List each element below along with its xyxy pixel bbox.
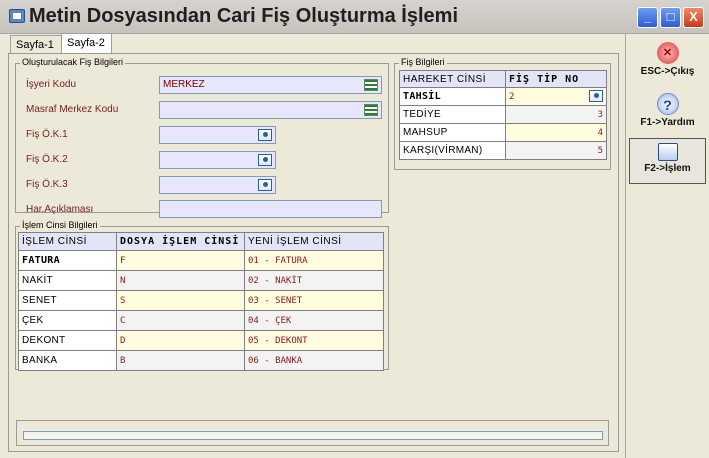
ok3-field[interactable]	[159, 176, 276, 194]
close-button[interactable]: X	[683, 7, 704, 28]
isyeri-field[interactable]: MERKEZ	[159, 76, 382, 94]
grid-lookup-icon[interactable]	[364, 104, 378, 116]
table-row[interactable]: TAHSİL 2	[399, 87, 607, 106]
yeni-cell[interactable]: 03 - SENET	[244, 290, 384, 311]
row-label: TAHSİL	[399, 87, 506, 106]
ok2-field[interactable]	[159, 151, 276, 169]
help-icon: ?	[656, 93, 679, 115]
maximize-button[interactable]: □	[660, 7, 681, 28]
person-lookup-icon[interactable]	[258, 129, 272, 141]
fis-bilgileri-table: HAREKET CİNSİ FİŞ TİP NO TAHSİL 2 TEDİYE…	[399, 70, 607, 160]
row-label: NAKİT	[18, 270, 117, 291]
table-row[interactable]: ÇEK C 04 - ÇEK	[18, 310, 384, 331]
column-header: HAREKET CİNSİ	[399, 70, 506, 88]
group-title: Oluşturulacak Fiş Bilgileri	[20, 57, 126, 67]
cell-value[interactable]: 3	[505, 105, 607, 124]
table-row[interactable]: DEKONT D 05 - DEKONT	[18, 330, 384, 351]
row-label: SENET	[18, 290, 117, 311]
column-header: FİŞ TİP NO	[505, 70, 607, 88]
table-row[interactable]: MAHSUP 4	[399, 123, 607, 142]
grid-lookup-icon[interactable]	[364, 79, 378, 91]
ok1-label: Fiş Ö.K.1	[26, 129, 68, 140]
right-toolbar: ✕ ESC->Çıkış ? F1->Yardım F2->İşlem	[625, 34, 709, 458]
tab-sayfa-1[interactable]: Sayfa-1	[10, 35, 62, 54]
column-header: İŞLEM CİNSİ	[18, 232, 117, 251]
dosya-cell[interactable]: B	[116, 350, 245, 371]
minimize-button[interactable]: _	[637, 7, 658, 28]
row-label: BANKA	[18, 350, 117, 371]
window-icon	[657, 143, 678, 161]
person-lookup-icon[interactable]	[258, 179, 272, 191]
value-text: 2	[509, 91, 515, 102]
window-title: Metin Dosyasından Cari Fiş Oluşturma İşl…	[29, 5, 459, 27]
islem-cinsi-group: İşlem Cinsi Bilgileri İŞLEM CİNSİ DOSYA …	[15, 220, 389, 371]
dosya-cell[interactable]: F	[116, 250, 245, 271]
title-bar: Metin Dosyasından Cari Fiş Oluşturma İşl…	[0, 0, 709, 34]
person-lookup-icon[interactable]	[258, 154, 272, 166]
exit-button[interactable]: ✕ ESC->Çıkış	[629, 38, 706, 84]
table-row[interactable]: KARŞI(VİRMAN) 5	[399, 141, 607, 160]
yeni-cell[interactable]: 06 - BANKA	[244, 350, 384, 371]
person-lookup-icon[interactable]	[589, 90, 603, 102]
help-button[interactable]: ? F1->Yardım	[629, 89, 706, 135]
row-label: DEKONT	[18, 330, 117, 351]
group-title: İşlem Cinsi Bilgileri	[20, 220, 100, 230]
yeni-cell[interactable]: 05 - DEKONT	[244, 330, 384, 351]
ok3-label: Fiş Ö.K.3	[26, 179, 68, 190]
cell-value[interactable]: 5	[505, 141, 607, 160]
row-label: MAHSUP	[399, 123, 506, 142]
process-button[interactable]: F2->İşlem	[629, 138, 706, 184]
dosya-cell[interactable]: C	[116, 310, 245, 331]
row-label: KARŞI(VİRMAN)	[399, 141, 506, 160]
table-row[interactable]: NAKİT N 02 - NAKİT	[18, 270, 384, 291]
ok2-label: Fiş Ö.K.2	[26, 154, 68, 165]
fis-bilgileri-group: Fiş Bilgileri HAREKET CİNSİ FİŞ TİP NO T…	[394, 57, 611, 170]
cell-value[interactable]: 2	[505, 87, 607, 106]
olusturulacak-group: Oluşturulacak Fiş Bilgileri İşyeri Kodu …	[15, 57, 389, 218]
dosya-cell[interactable]: N	[116, 270, 245, 291]
table-row[interactable]: TEDİYE 3	[399, 105, 607, 124]
table-row[interactable]: FATURA F 01 - FATURA	[18, 250, 384, 271]
process-label: F2->İşlem	[644, 163, 691, 174]
exit-label: ESC->Çıkış	[640, 66, 695, 77]
tab-sayfa-2[interactable]: Sayfa-2	[61, 33, 112, 55]
column-header: DOSYA İŞLEM CİNSİ	[116, 232, 245, 251]
masraf-label: Masraf Merkez Kodu	[26, 104, 119, 115]
yeni-cell[interactable]: 04 - ÇEK	[244, 310, 384, 331]
islem-cinsi-table: İŞLEM CİNSİ DOSYA İŞLEM CİNSİ YENİ İŞLEM…	[18, 232, 384, 371]
yeni-cell[interactable]: 02 - NAKİT	[244, 270, 384, 291]
yeni-cell[interactable]: 01 - FATURA	[244, 250, 384, 271]
aciklama-label: Har.Açıklaması	[26, 204, 94, 215]
row-label: FATURA	[18, 250, 117, 271]
ok1-field[interactable]	[159, 126, 276, 144]
table-row[interactable]: SENET S 03 - SENET	[18, 290, 384, 311]
group-title: Fiş Bilgileri	[399, 57, 447, 67]
isyeri-value: MERKEZ	[163, 79, 205, 90]
progress-bar	[23, 431, 603, 440]
cell-value[interactable]: 4	[505, 123, 607, 142]
column-header: YENİ İŞLEM CİNSİ	[244, 232, 384, 251]
row-label: ÇEK	[18, 310, 117, 331]
app-icon	[9, 9, 25, 23]
aciklama-field[interactable]	[159, 200, 382, 218]
row-label: TEDİYE	[399, 105, 506, 124]
dosya-cell[interactable]: D	[116, 330, 245, 351]
close-circle-icon: ✕	[656, 42, 679, 64]
table-row[interactable]: BANKA B 06 - BANKA	[18, 350, 384, 371]
masraf-field[interactable]	[159, 101, 382, 119]
status-bar	[16, 420, 609, 446]
dosya-cell[interactable]: S	[116, 290, 245, 311]
tab-panel: Oluşturulacak Fiş Bilgileri İşyeri Kodu …	[8, 53, 619, 452]
isyeri-label: İşyeri Kodu	[26, 79, 77, 90]
help-label: F1->Yardım	[640, 117, 695, 128]
